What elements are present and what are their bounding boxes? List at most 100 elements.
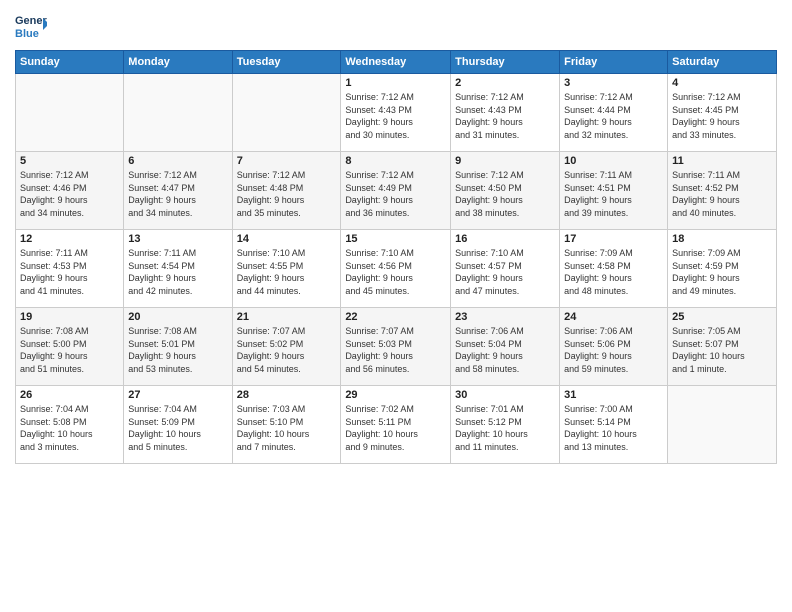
day-detail: Sunrise: 7:10 AMSunset: 4:55 PMDaylight:… [237, 247, 337, 297]
calendar-cell: 13 Sunrise: 7:11 AMSunset: 4:54 PMDayligh… [124, 230, 232, 308]
day-detail: Sunrise: 7:07 AMSunset: 5:02 PMDaylight:… [237, 325, 337, 375]
day-number: 15 [345, 233, 446, 245]
day-number: 11 [672, 155, 772, 167]
day-detail: Sunrise: 7:12 AMSunset: 4:50 PMDaylight:… [455, 169, 555, 219]
calendar-week-row: 12 Sunrise: 7:11 AMSunset: 4:53 PMDayligh… [16, 230, 777, 308]
day-detail: Sunrise: 7:04 AMSunset: 5:08 PMDaylight:… [20, 403, 119, 453]
day-detail: Sunrise: 7:09 AMSunset: 4:59 PMDaylight:… [672, 247, 772, 297]
calendar-cell: 14 Sunrise: 7:10 AMSunset: 4:55 PMDayligh… [232, 230, 341, 308]
weekday-header: Friday [560, 51, 668, 74]
calendar-cell: 29 Sunrise: 7:02 AMSunset: 5:11 PMDayligh… [341, 386, 451, 464]
day-number: 18 [672, 233, 772, 245]
day-number: 29 [345, 389, 446, 401]
calendar-cell: 11 Sunrise: 7:11 AMSunset: 4:52 PMDayligh… [668, 152, 777, 230]
day-number: 21 [237, 311, 337, 323]
day-detail: Sunrise: 7:12 AMSunset: 4:48 PMDaylight:… [237, 169, 337, 219]
day-number: 22 [345, 311, 446, 323]
calendar-cell: 10 Sunrise: 7:11 AMSunset: 4:51 PMDayligh… [560, 152, 668, 230]
calendar-week-row: 1 Sunrise: 7:12 AMSunset: 4:43 PMDaylight… [16, 74, 777, 152]
day-detail: Sunrise: 7:11 AMSunset: 4:53 PMDaylight:… [20, 247, 119, 297]
page-container: General Blue SundayMondayTuesdayWednesda… [0, 0, 792, 474]
logo: General Blue [15, 10, 47, 42]
day-number: 28 [237, 389, 337, 401]
calendar-week-row: 26 Sunrise: 7:04 AMSunset: 5:08 PMDayligh… [16, 386, 777, 464]
calendar-cell: 30 Sunrise: 7:01 AMSunset: 5:12 PMDayligh… [451, 386, 560, 464]
day-number: 26 [20, 389, 119, 401]
day-number: 5 [20, 155, 119, 167]
calendar-cell: 1 Sunrise: 7:12 AMSunset: 4:43 PMDaylight… [341, 74, 451, 152]
calendar-cell: 15 Sunrise: 7:10 AMSunset: 4:56 PMDayligh… [341, 230, 451, 308]
day-number: 27 [128, 389, 227, 401]
day-detail: Sunrise: 7:10 AMSunset: 4:56 PMDaylight:… [345, 247, 446, 297]
weekday-header-row: SundayMondayTuesdayWednesdayThursdayFrid… [16, 51, 777, 74]
day-detail: Sunrise: 7:01 AMSunset: 5:12 PMDaylight:… [455, 403, 555, 453]
day-number: 10 [564, 155, 663, 167]
day-number: 20 [128, 311, 227, 323]
calendar-cell: 20 Sunrise: 7:08 AMSunset: 5:01 PMDayligh… [124, 308, 232, 386]
day-detail: Sunrise: 7:12 AMSunset: 4:49 PMDaylight:… [345, 169, 446, 219]
day-number: 13 [128, 233, 227, 245]
weekday-header: Sunday [16, 51, 124, 74]
day-detail: Sunrise: 7:12 AMSunset: 4:45 PMDaylight:… [672, 91, 772, 141]
calendar-cell: 12 Sunrise: 7:11 AMSunset: 4:53 PMDayligh… [16, 230, 124, 308]
day-number: 4 [672, 77, 772, 89]
day-detail: Sunrise: 7:12 AMSunset: 4:46 PMDaylight:… [20, 169, 119, 219]
calendar-cell: 2 Sunrise: 7:12 AMSunset: 4:43 PMDaylight… [451, 74, 560, 152]
day-number: 17 [564, 233, 663, 245]
day-detail: Sunrise: 7:11 AMSunset: 4:52 PMDaylight:… [672, 169, 772, 219]
calendar-cell: 22 Sunrise: 7:07 AMSunset: 5:03 PMDayligh… [341, 308, 451, 386]
day-number: 1 [345, 77, 446, 89]
day-number: 7 [237, 155, 337, 167]
calendar-cell: 21 Sunrise: 7:07 AMSunset: 5:02 PMDayligh… [232, 308, 341, 386]
calendar-cell: 25Sunrise: 7:05 AMSunset: 5:07 PMDayligh… [668, 308, 777, 386]
day-detail: Sunrise: 7:10 AMSunset: 4:57 PMDaylight:… [455, 247, 555, 297]
day-detail: Sunrise: 7:12 AMSunset: 4:47 PMDaylight:… [128, 169, 227, 219]
day-detail: Sunrise: 7:03 AMSunset: 5:10 PMDaylight:… [237, 403, 337, 453]
calendar-cell: 7 Sunrise: 7:12 AMSunset: 4:48 PMDaylight… [232, 152, 341, 230]
day-detail: Sunrise: 7:04 AMSunset: 5:09 PMDaylight:… [128, 403, 227, 453]
day-detail: Sunrise: 7:12 AMSunset: 4:43 PMDaylight:… [455, 91, 555, 141]
day-detail: Sunrise: 7:06 AMSunset: 5:04 PMDaylight:… [455, 325, 555, 375]
calendar-cell: 5 Sunrise: 7:12 AMSunset: 4:46 PMDaylight… [16, 152, 124, 230]
day-detail: Sunrise: 7:12 AMSunset: 4:43 PMDaylight:… [345, 91, 446, 141]
calendar-cell: 17 Sunrise: 7:09 AMSunset: 4:58 PMDayligh… [560, 230, 668, 308]
calendar-cell: 3 Sunrise: 7:12 AMSunset: 4:44 PMDaylight… [560, 74, 668, 152]
day-number: 8 [345, 155, 446, 167]
day-number: 9 [455, 155, 555, 167]
calendar-week-row: 5 Sunrise: 7:12 AMSunset: 4:46 PMDaylight… [16, 152, 777, 230]
svg-text:Blue: Blue [15, 28, 39, 40]
calendar-cell: 18 Sunrise: 7:09 AMSunset: 4:59 PMDayligh… [668, 230, 777, 308]
day-detail: Sunrise: 7:00 AMSunset: 5:14 PMDaylight:… [564, 403, 663, 453]
calendar-cell: 23 Sunrise: 7:06 AMSunset: 5:04 PMDayligh… [451, 308, 560, 386]
day-number: 14 [237, 233, 337, 245]
calendar-cell: 27 Sunrise: 7:04 AMSunset: 5:09 PMDayligh… [124, 386, 232, 464]
calendar-cell [232, 74, 341, 152]
day-detail: Sunrise: 7:09 AMSunset: 4:58 PMDaylight:… [564, 247, 663, 297]
calendar-cell: 8 Sunrise: 7:12 AMSunset: 4:49 PMDaylight… [341, 152, 451, 230]
day-detail: Sunrise: 7:11 AMSunset: 4:51 PMDaylight:… [564, 169, 663, 219]
day-number: 12 [20, 233, 119, 245]
calendar-cell [668, 386, 777, 464]
day-detail: Sunrise: 7:08 AMSunset: 5:01 PMDaylight:… [128, 325, 227, 375]
day-detail: Sunrise: 7:02 AMSunset: 5:11 PMDaylight:… [345, 403, 446, 453]
calendar-cell: 4 Sunrise: 7:12 AMSunset: 4:45 PMDaylight… [668, 74, 777, 152]
calendar-cell: 19Sunrise: 7:08 AMSunset: 5:00 PMDayligh… [16, 308, 124, 386]
calendar-cell: 24Sunrise: 7:06 AMSunset: 5:06 PMDayligh… [560, 308, 668, 386]
weekday-header: Wednesday [341, 51, 451, 74]
day-detail: Sunrise: 7:07 AMSunset: 5:03 PMDaylight:… [345, 325, 446, 375]
day-number: 30 [455, 389, 555, 401]
day-number: 6 [128, 155, 227, 167]
day-number: 3 [564, 77, 663, 89]
calendar-cell: 9 Sunrise: 7:12 AMSunset: 4:50 PMDaylight… [451, 152, 560, 230]
day-number: 23 [455, 311, 555, 323]
day-detail: Sunrise: 7:11 AMSunset: 4:54 PMDaylight:… [128, 247, 227, 297]
header: General Blue [15, 10, 777, 42]
calendar-cell [124, 74, 232, 152]
day-detail: Sunrise: 7:08 AMSunset: 5:00 PMDaylight:… [20, 325, 119, 375]
calendar-cell [16, 74, 124, 152]
calendar-week-row: 19Sunrise: 7:08 AMSunset: 5:00 PMDayligh… [16, 308, 777, 386]
calendar-cell: 31Sunrise: 7:00 AMSunset: 5:14 PMDayligh… [560, 386, 668, 464]
day-number: 2 [455, 77, 555, 89]
day-detail: Sunrise: 7:12 AMSunset: 4:44 PMDaylight:… [564, 91, 663, 141]
weekday-header: Saturday [668, 51, 777, 74]
